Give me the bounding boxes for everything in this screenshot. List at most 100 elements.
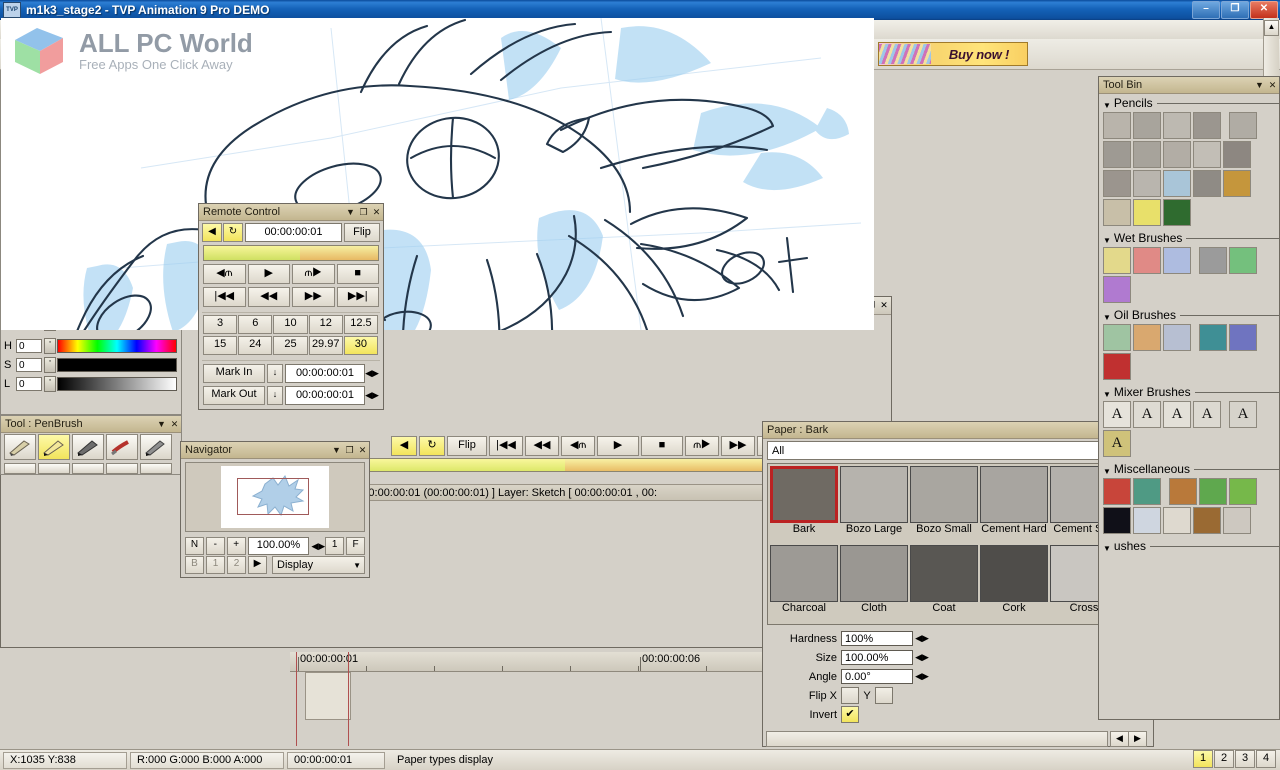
pen-variant-4-icon[interactable] <box>106 463 138 474</box>
close-button[interactable]: ✕ <box>1250 1 1278 19</box>
navigator-viewport-rect[interactable] <box>237 478 309 515</box>
bush-icon[interactable] <box>1199 478 1227 505</box>
navigator-zoom-stepper[interactable]: ◀▶ <box>311 541 325 552</box>
go-start-button[interactable]: |◀◀ <box>489 436 523 456</box>
paper-swatch-charcoal[interactable]: Charcoal <box>770 545 838 623</box>
oil-orange-icon[interactable] <box>1133 324 1161 351</box>
navigator-preview[interactable] <box>185 462 365 532</box>
pencil-e-icon[interactable] <box>1229 112 1257 139</box>
navigator-zoom-value[interactable]: 100.00% <box>247 537 310 555</box>
fps-25-button[interactable]: 25 <box>273 336 308 355</box>
steel-wool-icon[interactable] <box>1193 170 1221 197</box>
play-button[interactable]: ▶ <box>597 436 639 456</box>
step-back-button[interactable]: ◀⫙ <box>561 436 595 456</box>
fps-12-button[interactable]: 12 <box>308 315 343 334</box>
yellow-flick-icon[interactable] <box>1133 199 1161 226</box>
slider-bar-h[interactable] <box>57 338 177 353</box>
chevron-down-icon[interactable]: ▼ <box>353 558 364 573</box>
navigator-minus-button[interactable]: - <box>205 537 225 555</box>
navigator-1-button[interactable]: 1 <box>325 537 345 555</box>
go-end-button[interactable]: ▶▶| <box>336 287 379 307</box>
close-icon[interactable]: ✕ <box>168 419 181 430</box>
navigator-b-button[interactable]: B <box>185 556 204 574</box>
expand-triangle-icon[interactable]: ▼ <box>1103 390 1111 399</box>
navigator-page2-button[interactable]: 2 <box>227 556 246 574</box>
scroll-track[interactable] <box>766 731 1108 747</box>
blue-doodle-icon[interactable] <box>1133 507 1161 534</box>
wet-green-icon[interactable] <box>1229 247 1257 274</box>
bin-section-mixer-brushes[interactable]: ▼ Mixer Brushes <box>1099 382 1279 400</box>
paper-swatch-cork[interactable]: Cork <box>980 545 1048 623</box>
fps-15-button[interactable]: 15 <box>203 336 238 355</box>
chevron-down-icon[interactable]: ▼ <box>1253 80 1266 90</box>
fps-29-97-button[interactable]: 29.97 <box>308 336 343 355</box>
fps-12-5-button[interactable]: 12.5 <box>343 315 379 334</box>
paper-panel-header[interactable]: Paper : Bark ▼ ❐ ✕ <box>763 422 1153 439</box>
invert-checkbox[interactable]: ✔ <box>841 706 859 723</box>
pencil-icon[interactable] <box>140 434 172 460</box>
size-stepper[interactable]: ◀▶ <box>913 652 931 663</box>
remote-timecode[interactable]: 00:00:00:01 <box>245 223 342 242</box>
close-icon[interactable]: ✕ <box>356 445 369 456</box>
close-icon[interactable]: ✕ <box>1266 80 1279 91</box>
fps-3-button[interactable]: 3 <box>203 315 238 334</box>
speaker-icon[interactable]: ◀ <box>391 436 417 456</box>
buy-now-banner[interactable]: Buy now ! <box>878 42 1028 66</box>
fps-24-button[interactable]: 24 <box>238 336 273 355</box>
mark-out-stepper[interactable]: ◀▶ <box>365 390 379 401</box>
sponge-icon[interactable] <box>1223 170 1251 197</box>
tool-penbrush-header[interactable]: Tool : PenBrush ▼ ✕ <box>1 416 181 433</box>
oil-violet-icon[interactable] <box>1229 324 1257 351</box>
pencil-a-icon[interactable] <box>1103 112 1131 139</box>
mark-out-value[interactable]: 00:00:00:01 <box>285 386 365 405</box>
grass-icon[interactable] <box>1229 478 1257 505</box>
canvas-drawing-area[interactable]: ALL PC World Free Apps One Click Away <box>1 18 874 330</box>
fps-30-button[interactable]: 30 <box>343 336 379 355</box>
page-tab-4[interactable]: 4 <box>1256 750 1276 768</box>
pencil-d-icon[interactable] <box>1193 112 1221 139</box>
slider-bar-s[interactable] <box>57 357 177 372</box>
paper-swatch-bark[interactable]: Bark <box>770 466 838 544</box>
step-forward-button[interactable]: ⫙▶ <box>685 436 719 456</box>
slider-knob-h[interactable]: ◦ <box>44 337 56 354</box>
mixer-a3-icon[interactable]: A <box>1163 401 1191 428</box>
expand-triangle-icon[interactable]: ▼ <box>1103 544 1111 553</box>
angle-stepper[interactable]: ◀▶ <box>913 671 931 682</box>
red-feather-icon[interactable] <box>1103 478 1131 505</box>
paper-swatch-bozo-large[interactable]: Bozo Large <box>840 466 908 544</box>
close-icon[interactable]: ✕ <box>370 207 383 218</box>
oil-teal-icon[interactable] <box>1199 324 1227 351</box>
slider-value-s[interactable]: 0 <box>16 357 42 372</box>
scroll-left-button[interactable]: ◀ <box>1110 731 1129 747</box>
playback-progress-bar[interactable] <box>203 245 379 261</box>
navigator-header[interactable]: Navigator ▼ ❐ ✕ <box>181 442 369 459</box>
wet-yellow-icon[interactable] <box>1103 247 1131 274</box>
play-button[interactable]: ▶ <box>247 264 290 284</box>
stone-icon[interactable] <box>1103 170 1131 197</box>
pen-variant-1-icon[interactable] <box>4 463 36 474</box>
hardness-input[interactable]: 100% <box>841 631 913 646</box>
step-back-button[interactable]: ◀⫙ <box>203 264 246 284</box>
pencil-b-icon[interactable] <box>1133 112 1161 139</box>
stars-icon[interactable] <box>1103 507 1131 534</box>
timeline-frame-cell[interactable] <box>305 672 351 720</box>
bin-section-pencils[interactable]: ▼ Pencils <box>1099 93 1279 111</box>
pencil-c-icon[interactable] <box>1163 112 1191 139</box>
expand-triangle-icon[interactable]: ▼ <box>1103 467 1111 476</box>
page-tab-1[interactable]: 1 <box>1193 750 1213 768</box>
pen-variant-3-icon[interactable] <box>72 463 104 474</box>
eraser-pink-icon[interactable] <box>1163 170 1191 197</box>
green-stroke-icon[interactable] <box>1163 199 1191 226</box>
page-tab-3[interactable]: 3 <box>1235 750 1255 768</box>
navigator-n-button[interactable]: N <box>185 537 204 555</box>
paper-swatch-cloth[interactable]: Cloth <box>840 545 908 623</box>
flip-y-checkbox[interactable] <box>875 687 893 704</box>
tool-bin-header[interactable]: Tool Bin ▼ ✕ <box>1099 77 1279 94</box>
mark-in-stepper[interactable]: ◀▶ <box>365 368 379 379</box>
navigator-play-button[interactable]: ▶ <box>248 556 267 574</box>
wet-black-icon[interactable] <box>1199 247 1227 274</box>
slider-knob-l[interactable]: ◦ <box>44 375 56 392</box>
pencil-g-icon[interactable] <box>1133 141 1161 168</box>
slider-value-l[interactable]: 0 <box>16 376 42 391</box>
size-input[interactable]: 100.00% <box>841 650 913 665</box>
